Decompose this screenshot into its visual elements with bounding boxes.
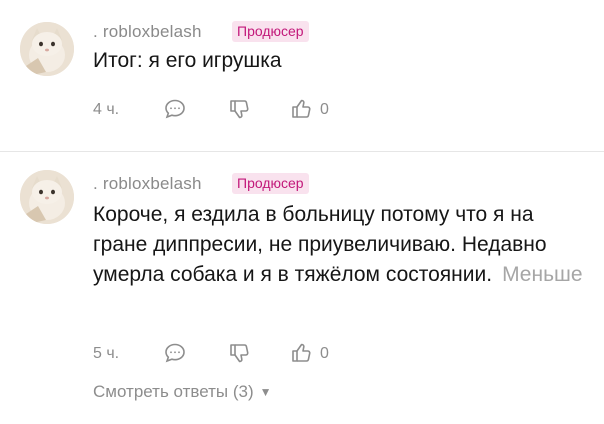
comment-timestamp: 5 ч. (93, 345, 120, 362)
producer-badge: Продюсер (232, 21, 309, 42)
producer-badge: Продюсер (232, 173, 309, 194)
divider (0, 151, 604, 152)
thumbs-down-icon[interactable] (227, 97, 251, 121)
comment-username[interactable]: . robloxbelash (93, 22, 202, 42)
thumbs-up-icon[interactable] (289, 341, 313, 365)
comment-timestamp: 4 ч. (93, 101, 120, 118)
show-less-link[interactable]: Меньше (502, 263, 582, 286)
caret-down-icon: ▼ (259, 385, 272, 399)
like-count: 0 (320, 101, 329, 118)
thumbs-down-icon[interactable] (227, 341, 251, 365)
thumbs-up-icon[interactable] (289, 97, 313, 121)
comment-actions: 4 ч. 0 (93, 96, 513, 126)
avatar[interactable] (20, 170, 74, 224)
comment-body: Короче, я ездила в больницу потому что я… (93, 203, 547, 286)
view-replies-button[interactable]: Смотреть ответы (3) ▼ (93, 382, 272, 402)
comment-body: Итог: я его игрушка (93, 49, 282, 72)
speech-bubble-icon[interactable] (163, 97, 187, 121)
like-count: 0 (320, 345, 329, 362)
comment-text: Итог: я его игрушка (93, 46, 593, 76)
avatar[interactable] (20, 22, 74, 76)
comment-text: Короче, я ездила в больницу потому что я… (93, 200, 583, 290)
view-replies-label: Смотреть ответы (3) (93, 382, 254, 401)
comment-actions: 5 ч. 0 (93, 340, 513, 370)
comment-username[interactable]: . robloxbelash (93, 174, 202, 194)
speech-bubble-icon[interactable] (163, 341, 187, 365)
